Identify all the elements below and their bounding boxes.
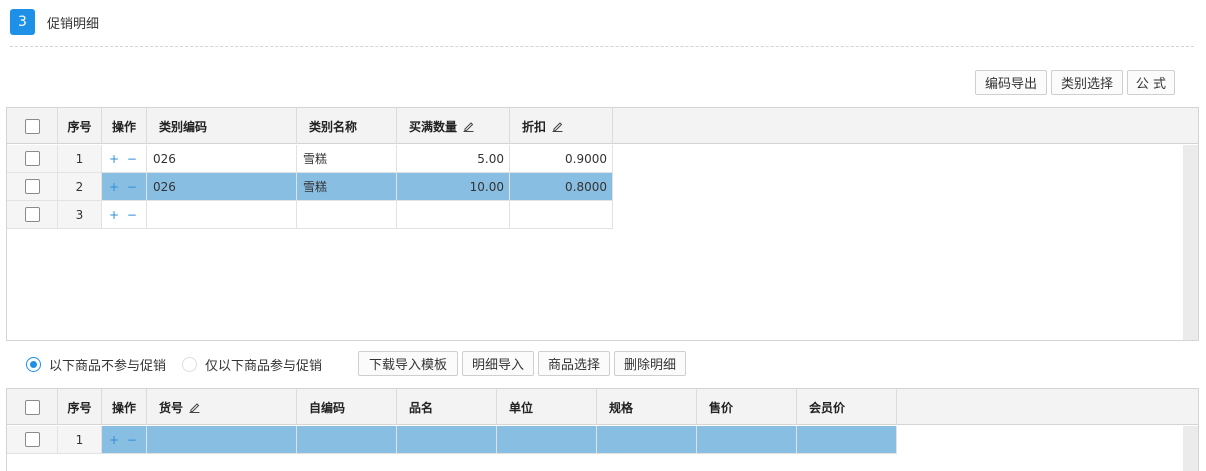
header-select-all-cell bbox=[7, 389, 58, 425]
header-discount: 折扣 bbox=[522, 119, 547, 134]
product-select-button[interactable]: 商品选择 bbox=[538, 351, 610, 376]
edit-icon bbox=[189, 403, 200, 413]
import-detail-button[interactable]: 明细导入 bbox=[462, 351, 534, 376]
row-select-cell bbox=[7, 145, 58, 173]
cell-category-code[interactable]: 026 bbox=[147, 145, 297, 173]
header-unit[interactable]: 单位 bbox=[497, 389, 597, 425]
header-qty-cell[interactable]: 买满数量 bbox=[397, 108, 510, 144]
row-checkbox[interactable] bbox=[24, 432, 40, 447]
include-radio[interactable] bbox=[182, 356, 198, 372]
delete-detail-button[interactable]: 删除明细 bbox=[614, 351, 686, 376]
header-op: 操作 bbox=[102, 389, 147, 425]
header-item-no-cell[interactable]: 货号 bbox=[147, 389, 297, 425]
row-select-cell bbox=[7, 201, 58, 229]
header-qty: 买满数量 bbox=[409, 119, 458, 134]
row-seq: 3 bbox=[58, 201, 102, 229]
product-detail-grid: 序号 操作 货号 自编码 品名 单位 规格 售价 会员价 1 + − bbox=[6, 388, 1199, 471]
row-select-cell bbox=[7, 426, 58, 454]
cell-unit[interactable] bbox=[497, 426, 597, 454]
header-seq: 序号 bbox=[58, 108, 102, 144]
row-add-remove-buttons[interactable]: + − bbox=[102, 173, 147, 201]
formula-button[interactable]: 公 式 bbox=[1127, 70, 1175, 95]
cell-item-no[interactable] bbox=[147, 426, 297, 454]
header-op: 操作 bbox=[102, 108, 147, 144]
select-all-checkbox[interactable] bbox=[24, 399, 40, 415]
cell-discount[interactable] bbox=[510, 201, 613, 229]
section-title: 促销明细 bbox=[47, 16, 100, 32]
select-all-checkbox[interactable] bbox=[24, 118, 40, 134]
section-divider bbox=[10, 46, 1194, 47]
header-price[interactable]: 售价 bbox=[697, 389, 797, 425]
cell-discount[interactable]: 0.8000 bbox=[510, 173, 613, 201]
row-checkbox[interactable] bbox=[24, 207, 40, 222]
cell-category-code[interactable] bbox=[147, 201, 297, 229]
vertical-scrollbar[interactable] bbox=[1183, 145, 1198, 340]
header-product-name[interactable]: 品名 bbox=[397, 389, 497, 425]
cell-qty[interactable]: 5.00 bbox=[397, 145, 510, 173]
exclude-radio[interactable] bbox=[26, 356, 41, 372]
header-discount-cell[interactable]: 折扣 bbox=[510, 108, 613, 144]
row-select-cell bbox=[7, 173, 58, 201]
vertical-scrollbar[interactable] bbox=[1183, 426, 1198, 471]
row-add-remove-buttons[interactable]: + − bbox=[102, 201, 147, 229]
section-header: 3 促销明细 bbox=[10, 9, 99, 35]
header-category-name[interactable]: 类别名称 bbox=[297, 108, 397, 144]
row-checkbox[interactable] bbox=[24, 151, 40, 166]
cell-discount[interactable]: 0.9000 bbox=[510, 145, 613, 173]
row-add-remove-buttons[interactable]: + − bbox=[102, 145, 147, 173]
exclude-radio-label[interactable]: 以下商品不参与促销 bbox=[49, 355, 166, 374]
cell-category-code[interactable]: 026 bbox=[147, 173, 297, 201]
header-select-all-cell bbox=[7, 108, 58, 144]
promotion-scope-options: 以下商品不参与促销 仅以下商品参与促销 bbox=[26, 351, 322, 377]
cell-price[interactable] bbox=[697, 426, 797, 454]
edit-icon bbox=[552, 122, 563, 132]
cell-category-name[interactable]: 雪糕 bbox=[297, 145, 397, 173]
cell-self-code[interactable] bbox=[297, 426, 397, 454]
row-seq: 1 bbox=[58, 426, 102, 454]
header-member-price[interactable]: 会员价 bbox=[797, 389, 897, 425]
cell-category-name[interactable]: 雪糕 bbox=[297, 173, 397, 201]
header-seq: 序号 bbox=[58, 389, 102, 425]
grid-header: 序号 操作 货号 自编码 品名 单位 规格 售价 会员价 bbox=[7, 389, 1198, 425]
edit-icon bbox=[463, 122, 474, 132]
grid-header: 序号 操作 类别编码 类别名称 买满数量 折扣 bbox=[7, 108, 1198, 144]
header-spec[interactable]: 规格 bbox=[597, 389, 697, 425]
export-code-button[interactable]: 编码导出 bbox=[975, 70, 1047, 95]
category-detail-grid: 序号 操作 类别编码 类别名称 买满数量 折扣 1 + − 026 雪糕 5.0… bbox=[6, 107, 1199, 341]
cell-category-name[interactable] bbox=[297, 201, 397, 229]
cell-product-name[interactable] bbox=[397, 426, 497, 454]
cell-member-price[interactable] bbox=[797, 426, 897, 454]
cell-qty[interactable]: 10.00 bbox=[397, 173, 510, 201]
download-template-button[interactable]: 下载导入模板 bbox=[358, 351, 458, 376]
section-number-badge: 3 bbox=[10, 9, 35, 35]
cell-qty[interactable] bbox=[397, 201, 510, 229]
header-category-code[interactable]: 类别编码 bbox=[147, 108, 297, 144]
header-item-no: 货号 bbox=[159, 400, 184, 415]
row-checkbox[interactable] bbox=[24, 179, 40, 194]
include-radio-label[interactable]: 仅以下商品参与促销 bbox=[205, 355, 322, 374]
row-seq: 2 bbox=[58, 173, 102, 201]
row-seq: 1 bbox=[58, 145, 102, 173]
header-self-code[interactable]: 自编码 bbox=[297, 389, 397, 425]
row-add-remove-buttons[interactable]: + − bbox=[102, 426, 147, 454]
cell-spec[interactable] bbox=[597, 426, 697, 454]
category-select-button[interactable]: 类别选择 bbox=[1051, 70, 1123, 95]
